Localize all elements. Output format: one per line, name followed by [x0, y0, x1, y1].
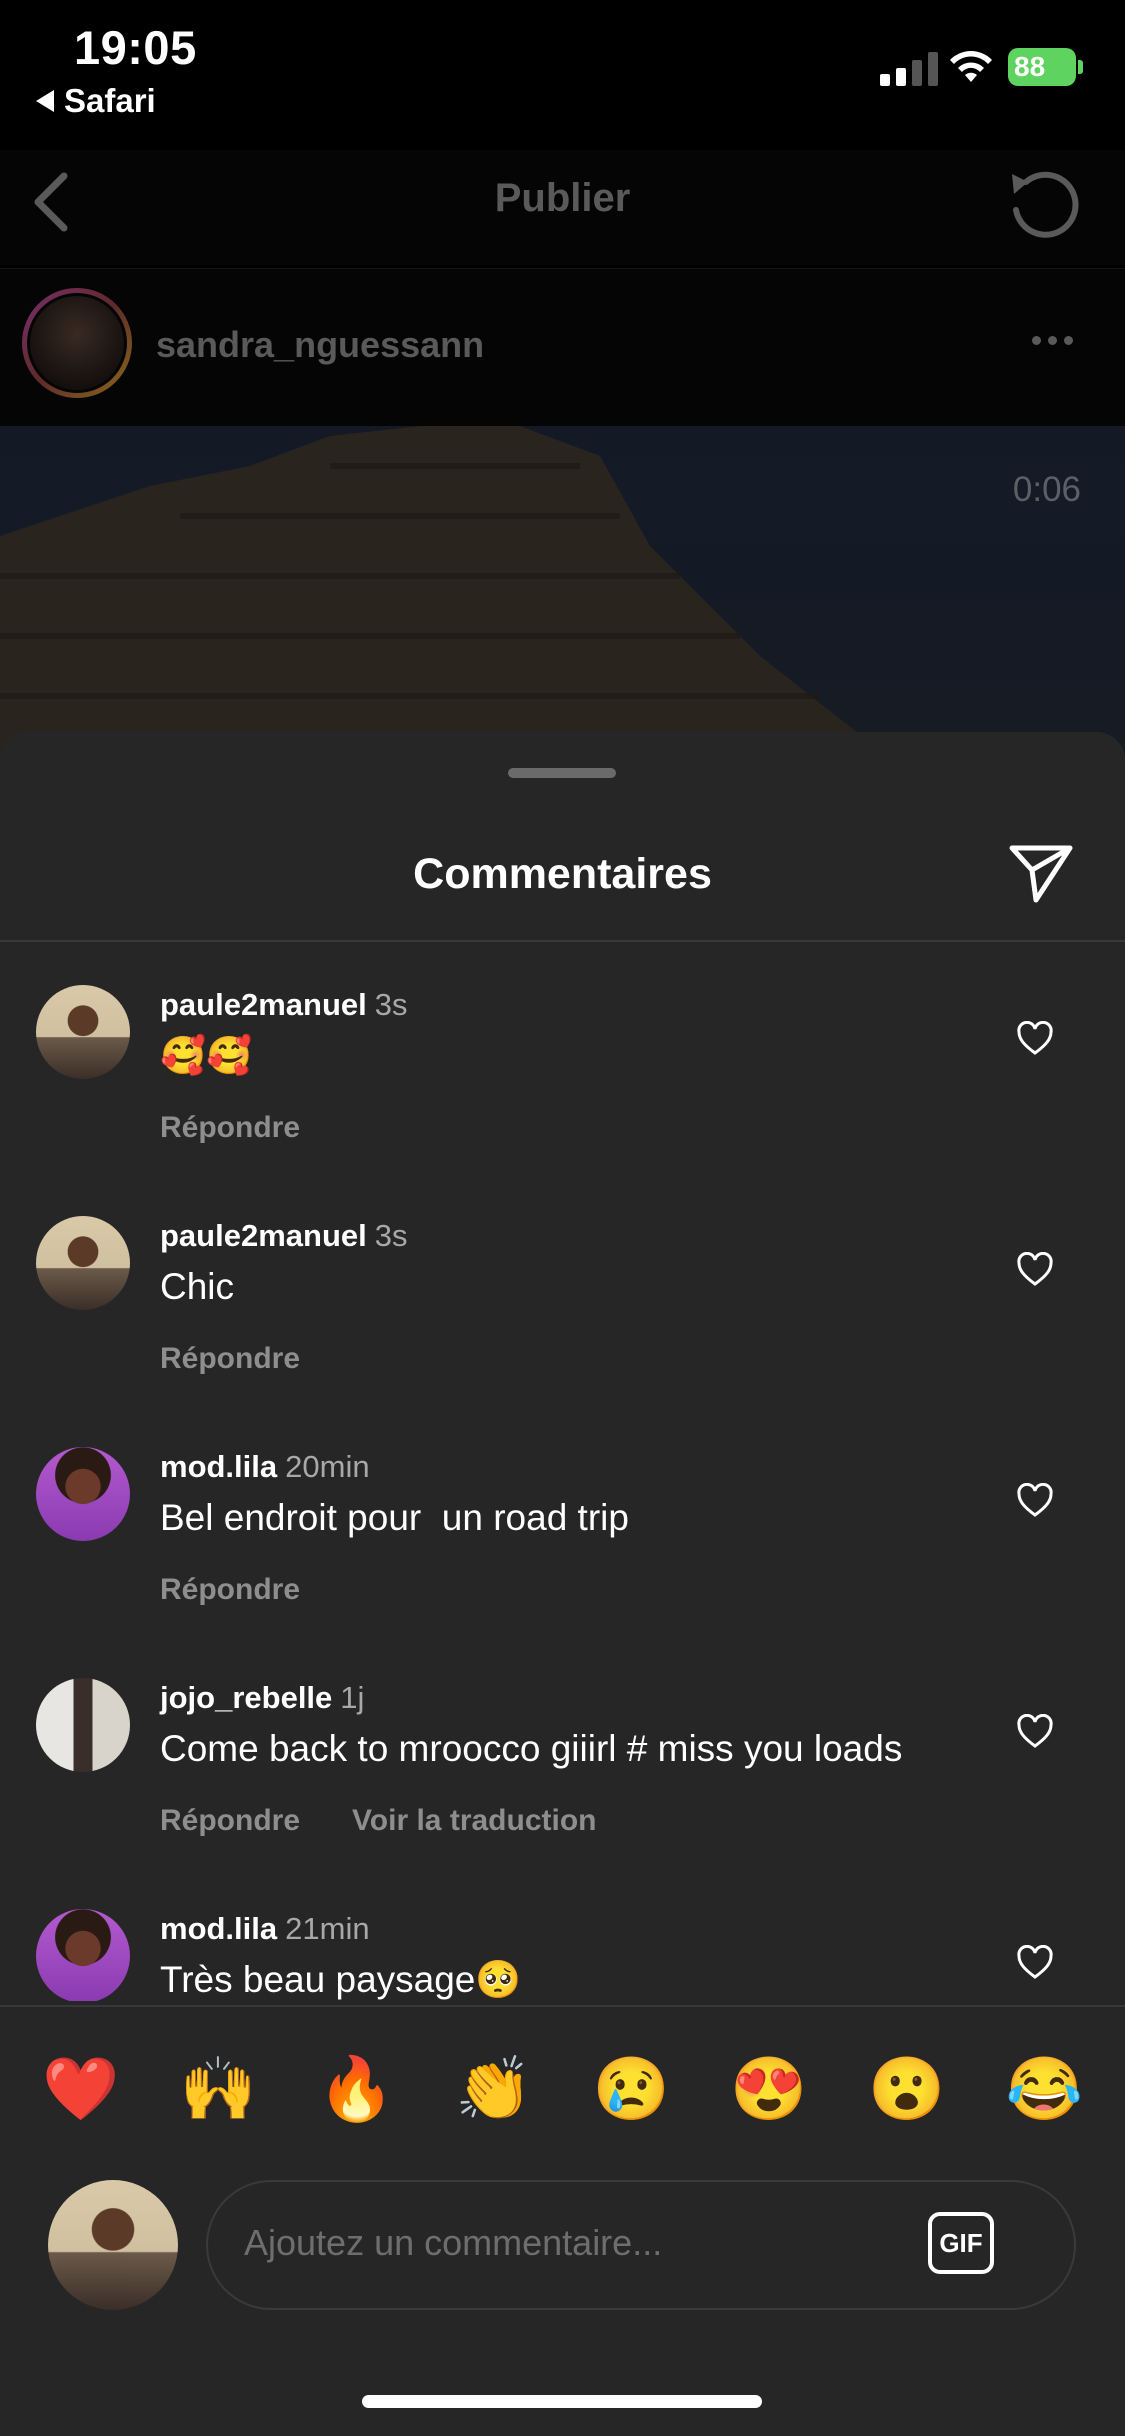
- comment-header: mod.lila 21min: [160, 1911, 370, 1947]
- wifi-icon: [950, 51, 992, 82]
- status-time: 19:05: [74, 21, 197, 74]
- emoji-clap[interactable]: 👏: [439, 2052, 549, 2128]
- heart-icon[interactable]: [1016, 1021, 1054, 1057]
- comment-header: paule2manuel 3s: [160, 987, 408, 1023]
- comment-text: Come back to mroocco giiirl # miss you l…: [160, 1728, 903, 1769]
- reply-button[interactable]: Répondre: [160, 1342, 300, 1376]
- comment-time: 3s: [374, 1218, 408, 1253]
- comment-text: 🥰🥰: [160, 1035, 253, 1076]
- home-indicator[interactable]: [362, 2395, 762, 2408]
- page-title: Publier: [494, 176, 631, 220]
- comment-username[interactable]: paule2manuel: [160, 987, 367, 1022]
- pyramid-image: [0, 426, 900, 766]
- emoji-reaction-bar: ❤️ 🙌 🔥 👏 😢 😍 😮 😂: [0, 2052, 1125, 2128]
- comment-input-placeholder: Ajoutez un commentaire...: [244, 2222, 663, 2263]
- heart-icon[interactable]: [1016, 1714, 1054, 1750]
- heart-icon[interactable]: [1016, 1252, 1054, 1288]
- back-to-safari[interactable]: Safari: [36, 82, 156, 120]
- commenter-avatar[interactable]: [36, 1678, 130, 1772]
- post-author-username[interactable]: sandra_nguessann: [156, 324, 484, 366]
- send-icon[interactable]: [1006, 840, 1076, 906]
- heart-icon[interactable]: [1016, 1483, 1054, 1519]
- commenter-avatar[interactable]: [36, 1909, 130, 2001]
- comment-username[interactable]: mod.lila: [160, 1911, 277, 1946]
- comment-header: mod.lila 20min: [160, 1449, 370, 1485]
- back-triangle-icon: [36, 90, 54, 112]
- comment-time: 20min: [285, 1449, 370, 1484]
- battery-cap: [1078, 60, 1083, 74]
- reply-button[interactable]: Répondre: [160, 1804, 300, 1838]
- post-author-avatar[interactable]: [22, 288, 132, 398]
- see-translation-button[interactable]: Voir la traduction: [352, 1804, 596, 1838]
- sheet-grabber[interactable]: [508, 768, 616, 778]
- emoji-crying[interactable]: 😢: [576, 2052, 686, 2128]
- refresh-icon[interactable]: [1000, 160, 1090, 250]
- comment-actions: Répondre: [160, 1111, 300, 1145]
- emoji-raised-hands[interactable]: 🙌: [163, 2052, 273, 2128]
- comment-text: Chic: [160, 1266, 235, 1307]
- comment-actions: Répondre: [160, 1573, 300, 1607]
- comment-text: Très beau paysage🥺: [160, 1959, 522, 2000]
- comment-list-clip: mod.lila 21min Très beau paysage🥺: [0, 1905, 1125, 2001]
- more-options-icon[interactable]: [1032, 336, 1073, 345]
- commenter-avatar[interactable]: [36, 1447, 130, 1541]
- emoji-laughing[interactable]: 😂: [989, 2052, 1099, 2128]
- commenter-avatar[interactable]: [36, 1216, 130, 1310]
- comment-username[interactable]: mod.lila: [160, 1449, 277, 1484]
- comment-header: jojo_rebelle 1j: [160, 1680, 364, 1716]
- comment-time: 21min: [285, 1911, 370, 1946]
- emoji-fire[interactable]: 🔥: [301, 2052, 411, 2128]
- video-timestamp: 0:06: [1012, 470, 1081, 509]
- reply-button[interactable]: Répondre: [160, 1111, 300, 1145]
- comment-username[interactable]: paule2manuel: [160, 1218, 367, 1253]
- emoji-heart[interactable]: ❤️: [26, 2052, 136, 2128]
- commenter-avatar[interactable]: [36, 985, 130, 1079]
- post-video[interactable]: [0, 426, 1125, 766]
- back-app-label: Safari: [64, 82, 156, 119]
- reply-button[interactable]: Répondre: [160, 1573, 300, 1607]
- current-user-avatar: [48, 2180, 178, 2310]
- emoji-heart-eyes[interactable]: 😍: [714, 2052, 824, 2128]
- cellular-signal-icon: [880, 50, 938, 86]
- comment-actions: Répondre: [160, 1342, 300, 1376]
- heart-icon[interactable]: [1016, 1945, 1054, 1981]
- comment-actions: Répondre Voir la traduction: [160, 1804, 596, 1838]
- sheet-title: Commentaires: [413, 850, 712, 898]
- divider: [0, 2005, 1125, 2007]
- comment-header: paule2manuel 3s: [160, 1218, 408, 1254]
- gif-button[interactable]: GIF: [928, 2212, 994, 2274]
- emoji-surprised[interactable]: 😮: [852, 2052, 962, 2128]
- battery-icon: 88: [1008, 48, 1076, 86]
- comment-text: Bel endroit pour un road trip: [160, 1497, 629, 1538]
- comment-username[interactable]: jojo_rebelle: [160, 1680, 332, 1715]
- comment-time: 1j: [340, 1680, 365, 1715]
- comment-time: 3s: [374, 987, 408, 1022]
- battery-level: 88: [1014, 51, 1046, 82]
- divider: [0, 940, 1125, 942]
